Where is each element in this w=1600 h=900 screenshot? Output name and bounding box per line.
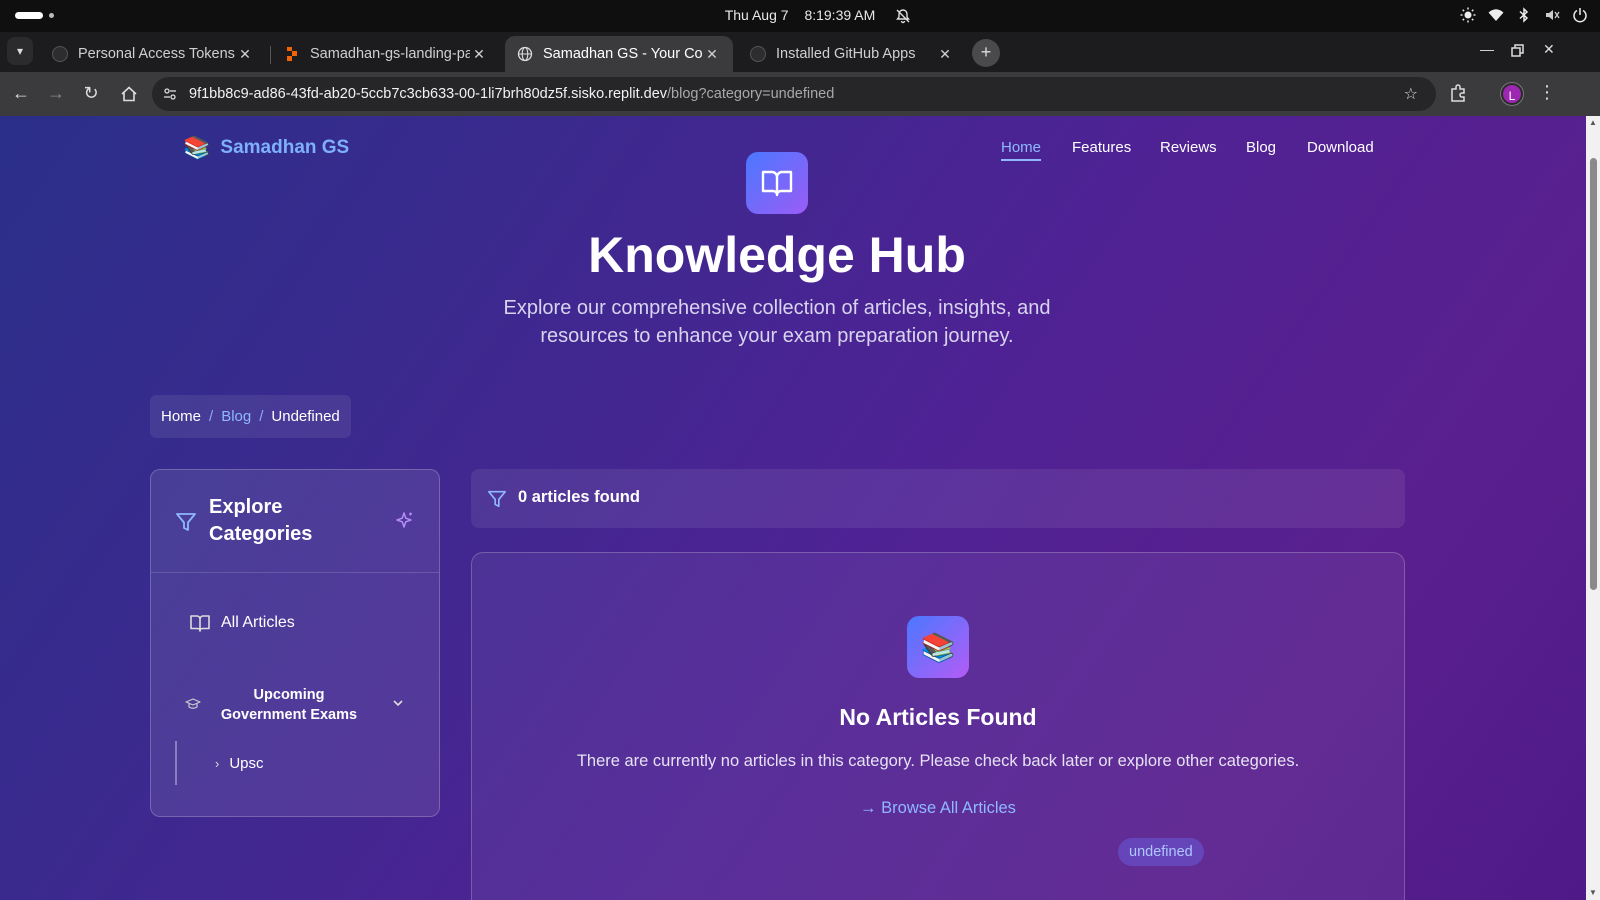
nav-download[interactable]: Download xyxy=(1307,139,1374,156)
browse-all-articles-link[interactable]: → Browse All Articles xyxy=(472,799,1404,818)
url-path: /blog?category=undefined xyxy=(667,86,835,102)
chevron-right-icon: › xyxy=(215,756,220,771)
article-count: 0 articles found xyxy=(518,488,640,506)
page-subtitle: Explore our comprehensive collection of … xyxy=(503,297,1051,347)
url-host: 9f1bb8c9-ad86-43fd-ab20-5ccb7c3cb633-00-… xyxy=(189,86,668,102)
back-icon[interactable]: ← xyxy=(10,83,32,104)
arrow-right-icon: → xyxy=(860,799,882,817)
chevron-down-icon[interactable] xyxy=(391,696,405,710)
sidebar-header: Explore Categories xyxy=(151,470,439,573)
wifi-icon xyxy=(1488,9,1504,21)
tab-personal-access-tokens[interactable]: Personal Access Tokens ( ✕ xyxy=(40,36,266,72)
github-icon xyxy=(750,46,766,62)
brightness-icon xyxy=(1460,7,1476,23)
reload-icon[interactable]: ↻ xyxy=(80,83,102,104)
graduation-cap-icon xyxy=(185,698,201,709)
site-brand[interactable]: 📚 Samadhan GS xyxy=(183,135,349,161)
close-window-icon[interactable]: ✕ xyxy=(1543,41,1555,58)
nav-reviews[interactable]: Reviews xyxy=(1160,139,1217,156)
subcategory-label: Upsc xyxy=(229,755,264,772)
book-open-icon xyxy=(190,615,210,632)
url-text: 9f1bb8c9-ad86-43fd-ab20-5ccb7c3cb633-00-… xyxy=(189,86,834,102)
bookmark-star-icon[interactable]: ☆ xyxy=(1404,84,1418,104)
power-icon xyxy=(1573,8,1587,23)
page-viewport: 📚 Samadhan GS Home Features Reviews Blog… xyxy=(0,116,1600,900)
books-icon: 📚 xyxy=(183,135,211,160)
system-tray[interactable] xyxy=(1460,7,1588,23)
clock[interactable]: Thu Aug 7 8:19:39 AM xyxy=(0,7,1600,23)
breadcrumb-current: Undefined xyxy=(271,408,340,425)
volume-muted-icon xyxy=(1546,10,1560,20)
date-label: Thu Aug 7 xyxy=(724,7,789,23)
home-icon[interactable] xyxy=(118,85,140,103)
browser-tab-strip: ▾ Personal Access Tokens ( ✕ Samadhan-gs… xyxy=(0,32,1600,72)
breadcrumb-blog[interactable]: Blog xyxy=(221,408,251,425)
tab-title: Samadhan-gs-landing-pa xyxy=(310,46,470,62)
address-bar[interactable]: 9f1bb8c9-ad86-43fd-ab20-5ccb7c3cb633-00-… xyxy=(152,77,1436,111)
books-icon: 📚 xyxy=(907,616,969,678)
empty-state-card: 📚 No Articles Found There are currently … xyxy=(471,552,1405,900)
scrollbar-thumb[interactable] xyxy=(1590,158,1597,590)
breadcrumb-separator: / xyxy=(259,408,264,425)
github-icon xyxy=(52,46,68,62)
sidebar-category-upcoming-exams[interactable]: Upcoming Government Exams xyxy=(185,683,415,727)
site-info-icon[interactable] xyxy=(162,86,178,102)
filter-icon xyxy=(176,513,196,531)
subcategory-guide-line xyxy=(175,741,177,785)
scroll-down-icon[interactable]: ▼ xyxy=(1589,888,1597,897)
close-tab-icon[interactable]: ✕ xyxy=(703,46,721,63)
scroll-up-icon[interactable]: ▲ xyxy=(1589,118,1597,127)
results-header: 0 articles found undefined xyxy=(471,469,1405,866)
extensions-icon[interactable] xyxy=(1448,83,1468,103)
browse-link-label: Browse All Articles xyxy=(881,799,1016,817)
os-top-bar: Thu Aug 7 8:19:39 AM xyxy=(0,0,1600,32)
notifications-muted-icon[interactable] xyxy=(895,8,911,24)
close-tab-icon[interactable]: ✕ xyxy=(936,46,954,63)
sidebar-item-label: All Articles xyxy=(221,614,295,631)
empty-state-title: No Articles Found xyxy=(839,704,1037,730)
nav-features[interactable]: Features xyxy=(1072,139,1131,156)
tab-search-dropdown[interactable]: ▾ xyxy=(7,37,33,65)
hero-book-icon xyxy=(746,152,808,214)
categories-sidebar: Explore Categories All Articles Upcoming… xyxy=(150,469,440,817)
breadcrumb-home[interactable]: Home xyxy=(161,408,201,425)
tab-title: Installed GitHub Apps xyxy=(776,46,916,62)
page-title: Knowledge Hub xyxy=(588,227,966,283)
tab-samadhan-gs[interactable]: Samadhan GS - Your Com ✕ xyxy=(505,36,733,72)
restore-icon[interactable] xyxy=(1511,44,1524,57)
sparkles-icon xyxy=(396,512,412,528)
sidebar-item-all-articles[interactable]: All Articles xyxy=(189,613,295,633)
sidebar-title: Explore Categories xyxy=(209,496,313,545)
browser-toolbar: ← → ↻ 9f1bb8c9-ad86-43fd-ab20-5ccb7c3cb6… xyxy=(0,72,1600,116)
close-tab-icon[interactable]: ✕ xyxy=(236,46,254,63)
minimize-icon[interactable]: — xyxy=(1480,41,1494,57)
browser-menu-icon[interactable]: ⋮ xyxy=(1538,82,1556,103)
sidebar-subcategory-upsc[interactable]: › Upsc xyxy=(215,755,264,772)
breadcrumb-separator: / xyxy=(209,408,214,425)
filter-icon xyxy=(488,490,506,508)
page-scrollbar[interactable]: ▲ ▼ xyxy=(1586,116,1600,900)
nav-blog[interactable]: Blog xyxy=(1246,139,1276,156)
close-tab-icon[interactable]: ✕ xyxy=(470,46,488,63)
time-label: 8:19:39 AM xyxy=(804,7,876,23)
new-tab-button[interactable]: + xyxy=(972,39,1000,67)
tab-samadhan-landing[interactable]: Samadhan-gs-landing-pa ✕ xyxy=(272,36,500,72)
tab-title: Samadhan GS - Your Com xyxy=(543,46,703,62)
tab-installed-github-apps[interactable]: Installed GitHub Apps ✕ xyxy=(738,36,966,72)
tab-separator xyxy=(270,46,271,64)
nav-home[interactable]: Home xyxy=(1001,139,1042,161)
empty-state-text: There are currently no articles in this … xyxy=(576,752,1300,770)
brand-name: Samadhan GS xyxy=(220,137,350,158)
profile-avatar[interactable]: L xyxy=(1501,83,1523,105)
forward-icon[interactable]: → xyxy=(45,83,67,104)
replit-icon xyxy=(287,47,297,61)
tab-title: Personal Access Tokens ( xyxy=(78,46,236,62)
bluetooth-icon xyxy=(1519,7,1529,23)
breadcrumb: Home / Blog / Undefined xyxy=(150,395,351,438)
globe-icon xyxy=(517,46,533,62)
category-label: Upcoming Government Exams xyxy=(220,687,358,723)
